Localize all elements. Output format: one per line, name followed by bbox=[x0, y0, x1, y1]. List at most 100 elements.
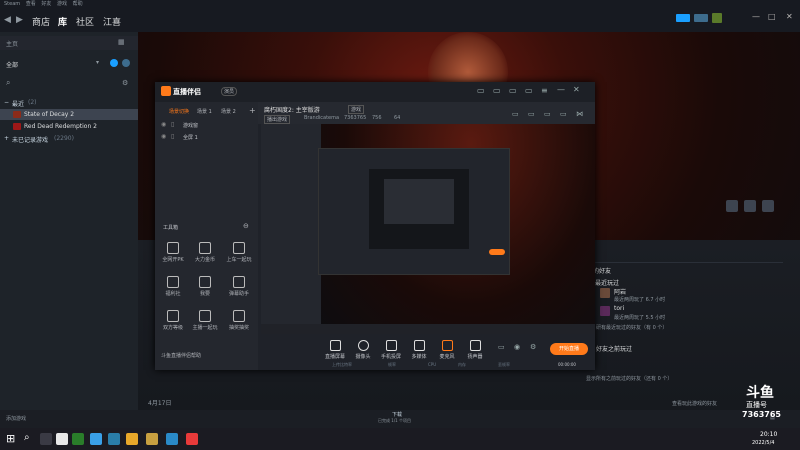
clock-date[interactable]: 2022/5/4 bbox=[752, 440, 774, 446]
game-item-red-dead-redemption-2[interactable]: Red Dead Redemption 2 bbox=[0, 121, 138, 132]
nav-community[interactable]: 社区 bbox=[76, 15, 94, 28]
menu-view[interactable]: 查看 bbox=[26, 1, 36, 7]
media-button[interactable]: 多媒体 bbox=[406, 340, 432, 360]
sort-icon[interactable] bbox=[122, 59, 130, 67]
add-game-button[interactable]: 添加游戏 bbox=[6, 415, 26, 422]
user-icon[interactable]: ▭ bbox=[509, 86, 517, 95]
phone-cast-button[interactable]: 手机投屏 bbox=[378, 340, 404, 360]
maximize-button[interactable]: □ bbox=[768, 12, 776, 21]
qq-icon[interactable] bbox=[90, 433, 102, 445]
bag-icon[interactable]: ▭ bbox=[493, 86, 501, 95]
stream-preview[interactable] bbox=[261, 124, 595, 334]
minimize-button[interactable]: — bbox=[557, 85, 565, 94]
gear-icon[interactable]: ⚙ bbox=[530, 343, 536, 351]
record-icon[interactable]: ▭ bbox=[498, 343, 505, 351]
favorite-icon[interactable] bbox=[762, 200, 774, 212]
folder-icon[interactable] bbox=[146, 433, 158, 445]
avatar[interactable] bbox=[600, 306, 610, 316]
forward-arrow-icon[interactable]: ▶ bbox=[16, 15, 23, 25]
section-uncategorized[interactable]: + 未已记录游戏 (2290) bbox=[0, 134, 138, 144]
lock-icon[interactable]: ▯ bbox=[171, 133, 174, 140]
microphone-button[interactable]: 麦克风 bbox=[434, 340, 460, 360]
notification-icon[interactable] bbox=[694, 14, 708, 22]
tool-coins[interactable]: 大力金币 bbox=[191, 242, 219, 268]
avatar[interactable] bbox=[600, 288, 610, 298]
toolbox-more-icon[interactable]: ⊖ bbox=[243, 222, 249, 230]
tool-danmaku[interactable]: 弹幕助手 bbox=[225, 276, 253, 302]
steam-icon[interactable] bbox=[108, 433, 120, 445]
view-all-friends-link[interactable]: 查看玩此游戏的好友 bbox=[672, 400, 717, 407]
gift-icon[interactable]: ▭ bbox=[544, 110, 551, 118]
start-live-button[interactable]: 开始直播 bbox=[550, 343, 588, 355]
menu-help[interactable]: 帮助 bbox=[73, 1, 83, 7]
role-badge[interactable]: 演员 bbox=[221, 87, 238, 96]
menu-friends[interactable]: 好友 bbox=[41, 1, 51, 7]
nav-store[interactable]: 商店 bbox=[32, 15, 50, 28]
tool-pk[interactable]: 全网开PK bbox=[159, 242, 187, 268]
friend-name[interactable]: tori bbox=[614, 305, 624, 312]
print-icon[interactable]: ▭ bbox=[528, 110, 535, 118]
tool-want[interactable]: 我要 bbox=[191, 276, 219, 302]
friend-name[interactable]: 阿岩 bbox=[614, 287, 626, 296]
grid-icon[interactable]: ▦ bbox=[118, 38, 125, 46]
tab-scene-2[interactable]: 场景 2 bbox=[221, 108, 236, 115]
friends-want-link[interactable]: 研有最近玩过的好友（有 0 个） bbox=[596, 324, 667, 331]
share-icon[interactable]: ⋈ bbox=[576, 110, 583, 118]
bookmark-icon[interactable]: ▭ bbox=[477, 86, 485, 95]
speaker-button[interactable]: 扬声器 bbox=[462, 340, 488, 360]
lock-icon[interactable]: ▯ bbox=[171, 121, 174, 128]
menu-games[interactable]: 游戏 bbox=[57, 1, 67, 7]
avatar[interactable] bbox=[712, 13, 722, 23]
room-tag[interactable]: 游戏 bbox=[348, 105, 365, 114]
tool-welfare[interactable]: 福利社 bbox=[159, 276, 187, 302]
close-button[interactable]: ✕ bbox=[786, 12, 793, 21]
close-button[interactable]: ✕ bbox=[573, 85, 580, 94]
tab-scene-1[interactable]: 场景 1 bbox=[197, 108, 212, 115]
camera-button[interactable]: 摄像头 bbox=[350, 340, 376, 360]
tool-ride[interactable]: 上车一起玩 bbox=[225, 242, 253, 268]
friends-before-link[interactable]: 显示所有之前玩过的好友（还有 0 个） bbox=[586, 375, 672, 382]
minimize-button[interactable]: — bbox=[752, 12, 760, 21]
sidebar-home[interactable]: 主页 ▦ bbox=[0, 36, 138, 50]
source-item[interactable]: ◉ ▯ 游戏窗 bbox=[155, 120, 258, 130]
wechat-icon[interactable] bbox=[72, 433, 84, 445]
recorder-icon[interactable] bbox=[186, 433, 198, 445]
eye-icon[interactable]: ◉ bbox=[161, 133, 166, 140]
tool-lottery[interactable]: 抽奖抽奖 bbox=[225, 310, 253, 336]
filter-dropdown[interactable]: 全部 ▾ bbox=[0, 58, 138, 70]
section-recent[interactable]: − 最近 (2) bbox=[0, 98, 138, 108]
category-button[interactable]: 播出游戏 bbox=[264, 115, 291, 124]
trash-icon[interactable]: ▭ bbox=[512, 110, 519, 118]
help-link[interactable]: 斗鱼直播伴侣帮助 bbox=[161, 352, 201, 359]
back-arrow-icon[interactable]: ◀ bbox=[4, 15, 11, 25]
eye-icon[interactable]: ◉ bbox=[514, 343, 520, 351]
source-item[interactable]: ◉ ▯ 全屏 1 bbox=[155, 132, 258, 142]
recent-icon[interactable] bbox=[110, 59, 118, 67]
app-icon[interactable] bbox=[166, 433, 178, 445]
nav-user[interactable]: 江喜 bbox=[103, 15, 121, 28]
explorer-icon[interactable] bbox=[56, 433, 68, 445]
screen-capture-button[interactable]: 直播屏幕 bbox=[322, 340, 348, 360]
info-icon[interactable] bbox=[744, 200, 756, 212]
tab-scene-switch[interactable]: 场景切换 bbox=[169, 108, 189, 115]
bell-icon[interactable]: ▭ bbox=[525, 86, 533, 95]
game-item-state-of-decay-2[interactable]: State of Decay 2 bbox=[0, 109, 138, 120]
menu-icon[interactable]: ≡ bbox=[541, 86, 548, 95]
tool-level[interactable]: 双方等级 bbox=[159, 310, 187, 336]
add-scene-icon[interactable]: + bbox=[249, 106, 256, 115]
menu-steam[interactable]: Steam bbox=[4, 1, 20, 7]
eye-icon[interactable]: ◉ bbox=[161, 121, 166, 128]
douyu-icon[interactable] bbox=[126, 433, 138, 445]
filter-icon[interactable]: ⚙ bbox=[122, 79, 128, 87]
settings-icon[interactable] bbox=[726, 200, 738, 212]
search-icon[interactable]: ⌕ bbox=[24, 432, 30, 443]
start-icon[interactable]: ⊞ bbox=[6, 432, 15, 445]
broadcast-icon[interactable] bbox=[676, 14, 690, 22]
downloads-label[interactable]: 下载 bbox=[392, 411, 402, 418]
tool-co-play[interactable]: 主播一起玩 bbox=[191, 310, 219, 336]
task-view-icon[interactable] bbox=[40, 433, 52, 445]
search-input[interactable]: ⌕ ⚙ bbox=[0, 78, 138, 90]
bell-icon[interactable]: ▭ bbox=[560, 110, 567, 118]
nav-library[interactable]: 库 bbox=[58, 15, 67, 28]
clock-time[interactable]: 20:10 bbox=[760, 431, 777, 438]
